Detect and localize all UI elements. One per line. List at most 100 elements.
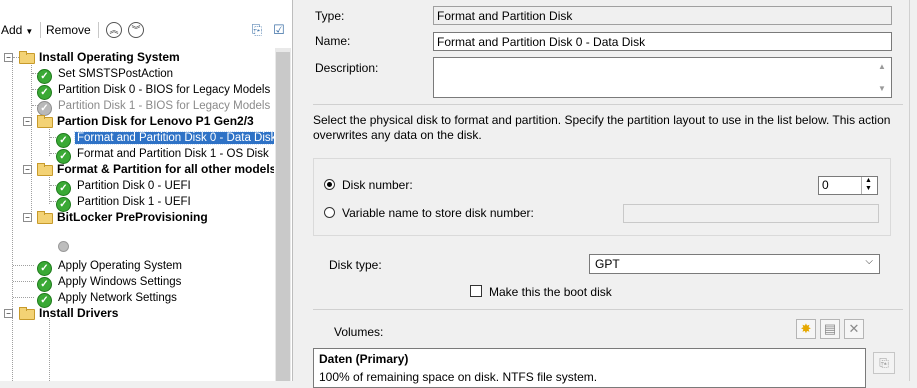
volumes-label: Volumes:: [334, 325, 384, 339]
tree-line: [49, 174, 50, 204]
tree-node-label: Install Operating System: [39, 50, 180, 64]
move-down-icon[interactable]: ︾: [128, 22, 144, 38]
new-volume-icon[interactable]: ✸: [796, 319, 816, 339]
stepper-buttons[interactable]: ▲ ▼: [861, 177, 877, 194]
tree-node-label: Format and Partition Disk 1 - OS Disk: [77, 148, 269, 160]
boot-disk-checkbox[interactable]: [470, 285, 482, 297]
volumes-list[interactable]: Daten (Primary) 100% of remaining space …: [313, 348, 866, 388]
tree-node-label: Format & Partition for all other models: [57, 162, 274, 176]
variable-name-label: Variable name to store disk number:: [342, 206, 534, 220]
description-label: Description:: [315, 61, 379, 75]
options-icon[interactable]: ☑: [270, 21, 288, 39]
tree-line: [49, 126, 50, 156]
collapse-icon[interactable]: −: [23, 165, 32, 174]
volume-properties-icon[interactable]: ▤: [820, 319, 840, 339]
tree-node-label: Apply Windows Settings: [58, 276, 182, 288]
properties-pane: Type: Format and Partition Disk Name: Fo…: [293, 0, 917, 388]
tree-step[interactable]: ✓ Partition Disk 1 - BIOS for Legacy Mode…: [37, 97, 272, 116]
tree-node-label: Partition Disk 0 - UEFI: [77, 180, 191, 192]
tree-line: [31, 62, 32, 222]
tree-step[interactable]: ✓ Apply Network Settings: [37, 289, 179, 308]
tree-group-other-models[interactable]: Format & Partition for all other models: [37, 161, 274, 177]
tree-node-label: Apply Network Settings: [58, 292, 177, 304]
disk-number-radio[interactable]: [324, 179, 335, 190]
tree-line: [13, 265, 34, 266]
tree-node-label: Partition Disk 1 - UEFI: [77, 196, 191, 208]
tree-group-install-drivers[interactable]: Install Drivers: [19, 305, 120, 321]
tree-node-label: Set SMSTSPostAction: [58, 68, 174, 80]
tree-step[interactable]: ✓ Partition Disk 0 - UEFI: [56, 177, 193, 196]
folder-icon: [37, 211, 53, 224]
chevron-down-icon: ⌵: [865, 256, 873, 267]
toolbar-separator: [98, 22, 99, 38]
tree-node-label: Partion Disk for Lenovo P1 Gen2/3: [57, 114, 254, 128]
variable-name-radio[interactable]: [324, 207, 335, 218]
disk-selection-group: [313, 158, 891, 236]
tree-group-lenovo[interactable]: Partion Disk for Lenovo P1 Gen2/3: [37, 113, 256, 129]
tree-line: [12, 61, 13, 381]
tree-step[interactable]: ✓ Set SMSTSPostAction: [37, 65, 175, 84]
collapse-icon[interactable]: −: [23, 213, 32, 222]
variable-name-input: [623, 204, 879, 223]
volume-move-icon[interactable]: ⎘: [873, 352, 895, 374]
name-label: Name:: [315, 34, 351, 48]
tree-scrollbar-thumb[interactable]: [276, 52, 290, 381]
task-sequence-tree: − − − − − Install Operating System ✓ Set …: [0, 48, 274, 381]
step-status-icon: [58, 241, 69, 252]
folder-icon: [19, 307, 35, 320]
tree-toolbar: Add ▼ Remove ︽ ︾ ⎘ ☑: [0, 18, 292, 42]
description-input[interactable]: ▲ ▼: [433, 57, 892, 98]
scroll-down-icon[interactable]: ▼: [878, 84, 886, 93]
tree-step-selected[interactable]: ✓ Format and Partition Disk 0 - Data Disk: [56, 129, 274, 148]
increment-icon[interactable]: ▲: [865, 177, 872, 184]
task-sequence-pane: Add ▼ Remove ︽ ︾ ⎘ ☑ − − − − − Install O…: [0, 0, 293, 381]
folder-icon: [37, 115, 53, 128]
tree-step[interactable]: ✓ Apply Operating System: [37, 257, 184, 276]
properties-icon[interactable]: ⎘: [248, 21, 266, 39]
type-field: Format and Partition Disk: [433, 6, 892, 25]
boot-disk-label: Make this the boot disk: [489, 285, 612, 299]
add-menu-button[interactable]: Add ▼: [1, 21, 33, 39]
description-scrollbar[interactable]: ▲ ▼: [875, 58, 891, 97]
decrement-icon[interactable]: ▼: [865, 185, 872, 192]
instructions-text: Select the physical disk to format and p…: [313, 113, 891, 142]
move-up-icon[interactable]: ︽: [106, 22, 122, 38]
disk-type-label: Disk type:: [329, 258, 382, 272]
type-label: Type:: [315, 9, 345, 23]
divider: [313, 309, 903, 310]
collapse-icon[interactable]: −: [4, 53, 13, 62]
disk-number-label: Disk number:: [342, 178, 413, 192]
disk-number-stepper[interactable]: 0 ▲ ▼: [818, 176, 878, 195]
disk-type-select[interactable]: GPT ⌵: [589, 254, 880, 274]
tree-node-label: Partition Disk 1 - BIOS for Legacy Model…: [58, 100, 271, 112]
name-input[interactable]: Format and Partition Disk 0 - Data Disk: [433, 32, 892, 51]
collapse-icon[interactable]: −: [4, 309, 13, 318]
delete-volume-icon[interactable]: ✕: [844, 319, 864, 339]
volume-description: 100% of remaining space on disk. NTFS fi…: [319, 370, 598, 384]
tree-node-label: Install Drivers: [39, 306, 119, 320]
tree-step[interactable]: ✓ Partition Disk 1 - UEFI: [56, 193, 193, 212]
pane-border: [909, 0, 910, 381]
tree-node-label: Format and Partition Disk 0 - Data Disk: [73, 131, 274, 145]
folder-icon: [37, 163, 53, 176]
tree-line: [13, 281, 34, 282]
disk-number-value: 0: [822, 178, 829, 192]
tree-node-label: Apply Operating System: [58, 260, 183, 272]
tree-node-label: Partition Disk 0 - BIOS for Legacy Model…: [58, 84, 271, 96]
tree-node-label: BitLocker PreProvisioning: [57, 210, 208, 224]
remove-button[interactable]: Remove: [46, 21, 91, 39]
scroll-up-icon[interactable]: ▲: [878, 62, 886, 71]
tree-line: [13, 297, 34, 298]
tree-line: [49, 318, 50, 381]
toolbar-separator: [40, 22, 41, 38]
add-label: Add: [1, 23, 23, 37]
tree-step[interactable]: ✓ Partition Disk 0 - BIOS for Legacy Mode…: [37, 81, 272, 100]
tree-group-install-operating-system[interactable]: Install Operating System: [19, 49, 182, 65]
tree-step[interactable]: ✓ Apply Windows Settings: [37, 273, 183, 292]
disk-type-value: GPT: [595, 257, 620, 271]
dropdown-arrow-icon: ▼: [25, 27, 34, 36]
collapse-icon[interactable]: −: [23, 117, 32, 126]
volume-name: Daten (Primary): [319, 352, 409, 366]
tree-group-bitlocker[interactable]: BitLocker PreProvisioning: [37, 209, 210, 225]
tree-step[interactable]: ✓ Format and Partition Disk 1 - OS Disk: [56, 145, 271, 164]
